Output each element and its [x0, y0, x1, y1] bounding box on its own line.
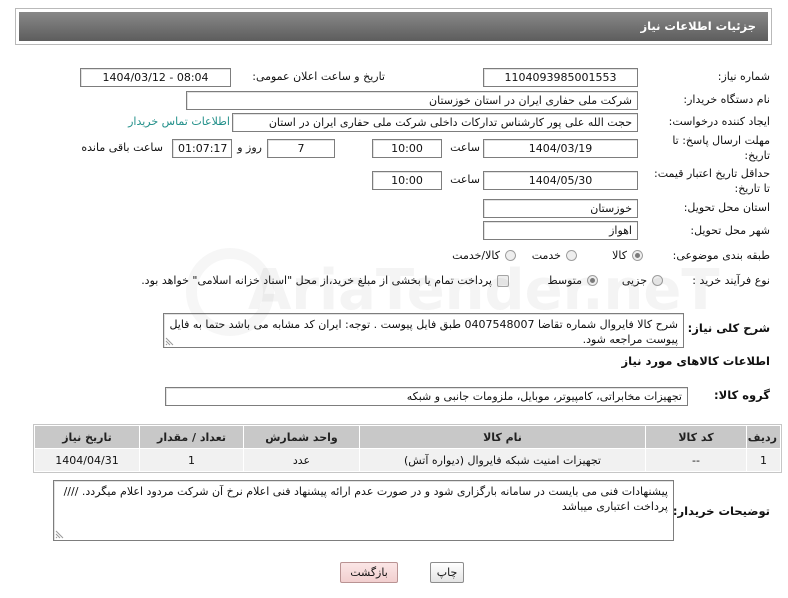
category-goods-service-label: کالا/خدمت — [452, 249, 500, 262]
process-type-label: نوع فرآیند خرید : — [692, 274, 770, 287]
resize-grip-icon[interactable] — [55, 530, 64, 539]
table-header-row: ردیف کد کالا نام کالا واحد شمارش تعداد /… — [35, 426, 780, 448]
category-service-label: خدمت — [531, 249, 561, 262]
table-row: 1 -- تجهیزات امنیت شبکه فایروال (دیواره … — [35, 449, 780, 471]
requester-field[interactable]: حجت الله علی پور کارشناس تدارکات داخلی ش… — [232, 113, 638, 132]
remaining-days-label: روز و — [237, 141, 262, 154]
cell-row-number: 1 — [747, 449, 780, 471]
items-section-heading: اطلاعات کالاهای مورد نیاز — [621, 354, 770, 368]
page-header: جزئیات اطلاعات نیاز — [15, 8, 772, 45]
price-validity-label-line1: حداقل تاریخ اعتبار قیمت: — [654, 167, 770, 180]
item-group-field[interactable]: تجهیزات مخابراتی، کامپیوتر، موبایل، ملزو… — [165, 387, 688, 406]
process-minor-radio[interactable] — [652, 275, 663, 286]
cell-need-date: 1404/04/31 — [35, 449, 139, 471]
cell-quantity: 1 — [140, 449, 243, 471]
resize-grip-icon[interactable] — [165, 337, 174, 346]
category-service-radio[interactable] — [566, 250, 577, 261]
col-header-quantity: تعداد / مقدار — [140, 426, 243, 448]
print-button[interactable]: چاپ — [430, 562, 464, 583]
announce-datetime-field[interactable]: 1404/03/12 - 08:04 — [80, 68, 231, 87]
description-textarea[interactable]: شرح کالا فایروال شماره تقاضا 0407548007 … — [163, 313, 684, 348]
reply-deadline-label: مهلت ارسال پاسخ: تا تاریخ: — [672, 133, 770, 163]
category-goods-radio[interactable] — [632, 250, 643, 261]
col-header-item-code: کد کالا — [646, 426, 746, 448]
reply-deadline-time-label: ساعت — [450, 141, 480, 154]
buyer-notes-text: پیشنهادات فنی می بایست در سامانه بارگزار… — [63, 485, 668, 513]
remaining-time-label: ساعت باقی مانده — [81, 141, 163, 154]
announce-datetime-label: تاریخ و ساعت اعلان عمومی: — [252, 70, 385, 83]
price-validity-date-field[interactable]: 1404/05/30 — [483, 171, 638, 190]
item-group-label: گروه کالا: — [714, 388, 770, 402]
price-validity-time-field[interactable]: 10:00 — [372, 171, 442, 190]
items-table: ردیف کد کالا نام کالا واحد شمارش تعداد /… — [33, 424, 782, 473]
category-goods-service-radio[interactable] — [505, 250, 516, 261]
treasury-checkbox[interactable] — [497, 275, 509, 287]
page-title: جزئیات اطلاعات نیاز — [19, 12, 768, 41]
process-medium-label: متوسط — [547, 274, 582, 287]
col-header-item-name: نام کالا — [360, 426, 645, 448]
buyer-notes-textarea[interactable]: پیشنهادات فنی می بایست در سامانه بارگزار… — [53, 480, 674, 541]
reply-deadline-label-line1: مهلت ارسال پاسخ: تا — [672, 134, 770, 147]
need-number-label: شماره نیاز: — [717, 70, 770, 83]
buyer-org-field[interactable]: شرکت ملی حفاری ایران در استان خوزستان — [186, 91, 638, 110]
delivery-city-label: شهر محل تحویل: — [690, 224, 770, 237]
treasury-checkbox-label: پرداخت تمام یا بخشی از مبلغ خرید،از محل … — [141, 274, 492, 287]
delivery-city-field[interactable]: اهواز — [483, 221, 638, 240]
price-validity-time-label: ساعت — [450, 173, 480, 186]
back-button[interactable]: بازگشت — [340, 562, 398, 583]
category-goods-label: کالا — [612, 249, 627, 262]
category-label: طبقه بندی موضوعی: — [672, 249, 770, 262]
buyer-contact-link[interactable]: اطلاعات تماس خریدار — [128, 114, 230, 130]
delivery-province-field[interactable]: خوزستان — [483, 199, 638, 218]
col-header-unit: واحد شمارش — [244, 426, 359, 448]
reply-deadline-date-field[interactable]: 1404/03/19 — [483, 139, 638, 158]
remaining-time-field[interactable]: 01:07:17 — [172, 139, 232, 158]
requester-label: ایجاد کننده درخواست: — [668, 115, 770, 128]
buyer-notes-label: توضیحات خریدار: — [672, 504, 770, 518]
delivery-province-label: استان محل تحویل: — [683, 201, 770, 214]
cell-item-code: -- — [646, 449, 746, 471]
col-header-need-date: تاریخ نیاز — [35, 426, 139, 448]
process-medium-radio[interactable] — [587, 275, 598, 286]
description-label: شرح کلی نیاز: — [687, 321, 770, 335]
cell-item-name: تجهیزات امنیت شبکه فایروال (دیواره آتش) — [360, 449, 645, 471]
col-header-row-number: ردیف — [747, 426, 780, 448]
need-number-field[interactable]: 1104093985001553 — [483, 68, 638, 87]
reply-deadline-time-field[interactable]: 10:00 — [372, 139, 442, 158]
process-minor-label: جزیی — [621, 274, 647, 287]
remaining-days-field[interactable]: 7 — [267, 139, 335, 158]
reply-deadline-label-line2: تاریخ: — [744, 149, 770, 162]
cell-unit: عدد — [244, 449, 359, 471]
description-text: شرح کالا فایروال شماره تقاضا 0407548007 … — [169, 318, 678, 346]
price-validity-label-line2: تا تاریخ: — [734, 182, 770, 195]
buyer-org-label: نام دستگاه خریدار: — [683, 93, 770, 106]
price-validity-label: حداقل تاریخ اعتبار قیمت: تا تاریخ: — [654, 166, 770, 196]
